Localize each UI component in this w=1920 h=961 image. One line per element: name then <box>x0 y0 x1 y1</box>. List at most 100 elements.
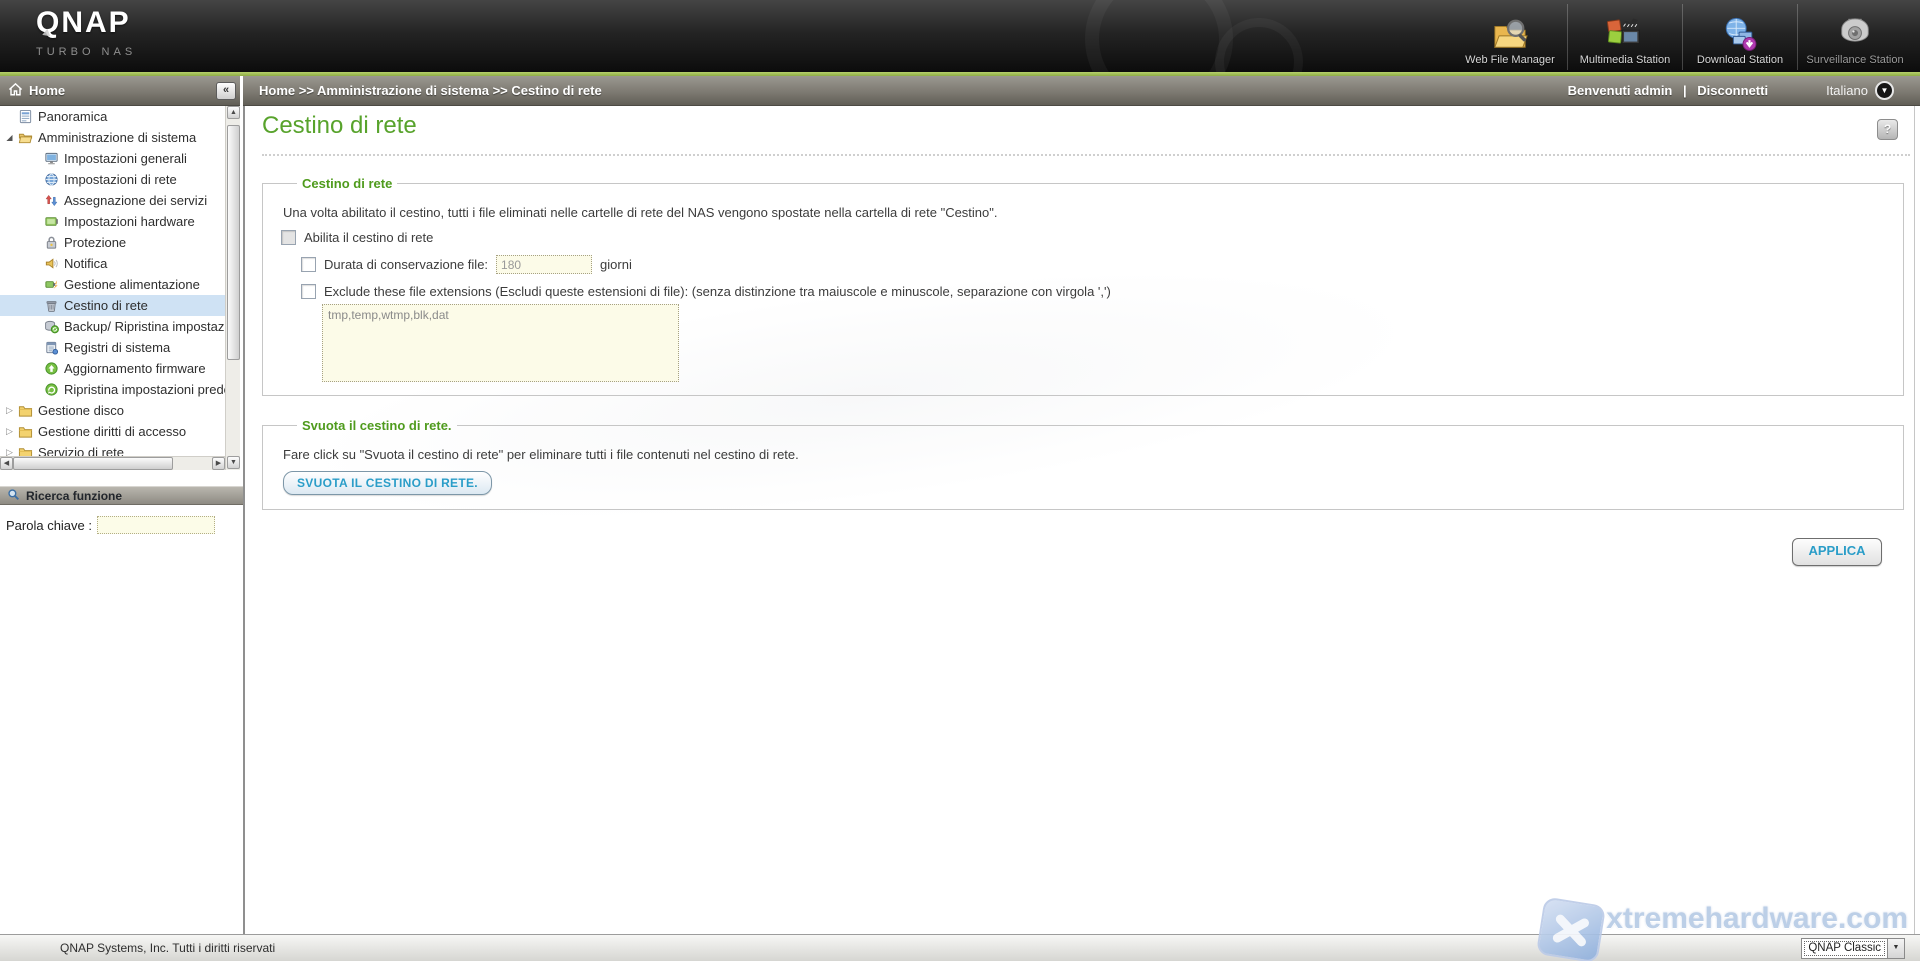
tree-item-label: Notifica <box>64 256 108 271</box>
footer-bar: QNAP Systems, Inc. Tutti i diritti riser… <box>0 934 1920 961</box>
copyright-text: QNAP Systems, Inc. Tutti i diritti riser… <box>60 941 276 955</box>
tree-item-label: Impostazioni generali <box>64 151 187 166</box>
recycle-description: Una volta abilitato il cestino, tutti i … <box>283 205 998 220</box>
scroll-up-button[interactable]: ▲ <box>227 106 240 119</box>
tree-item-label: Assegnazione dei servizi <box>64 193 208 208</box>
expander-collapsed-icon[interactable]: ▷ <box>3 405 16 416</box>
retention-days-input[interactable] <box>496 255 593 274</box>
recycle-bin-settings-section: Cestino di rete Una volta abilitato il c… <box>262 176 1904 396</box>
session-info: Benvenuti admin | Disconnetti <box>1568 83 1768 98</box>
tree-item-notifica[interactable]: Notifica <box>0 253 225 274</box>
tree-item-gestione-alimentazione[interactable]: Gestione alimentazione <box>0 274 225 295</box>
tree-item-ripristina-impostazioni-predefinite[interactable]: Ripristina impostazioni predefinite <box>0 379 225 400</box>
tree-item-cestino-di-rete[interactable]: Cestino di rete <box>0 295 225 316</box>
network-settings-icon <box>43 172 59 188</box>
theme-select-value: QNAP Classic <box>1802 939 1887 958</box>
qnap-logo: QNAP TURBO NAS <box>36 8 136 59</box>
hardware-settings-icon <box>43 214 59 230</box>
tree-item-impostazioni-di-rete[interactable]: Impostazioni di rete <box>0 169 225 190</box>
content-right-edge <box>1914 106 1915 934</box>
title-separator <box>262 154 1910 156</box>
session-divider: | <box>1683 83 1687 98</box>
expander-collapsed-icon[interactable]: ▷ <box>3 447 16 456</box>
tree-item-label: Cestino di rete <box>64 298 148 313</box>
expander-collapsed-icon[interactable]: ▷ <box>3 426 16 437</box>
language-label: Italiano <box>1826 83 1868 98</box>
collapse-sidebar-button[interactable]: « <box>216 81 236 100</box>
breadcrumb-bar: Home >> Amministrazione di sistema >> Ce… <box>243 76 1920 106</box>
empty-recycle-button[interactable]: SVUOTA IL CESTINO DI RETE. <box>283 471 492 495</box>
extensions-textarea[interactable]: tmp,temp,wtmp,blk,dat <box>322 304 679 382</box>
select-arrow-icon: ▼ <box>1887 939 1904 958</box>
welcome-text: Benvenuti admin <box>1567 83 1673 98</box>
download-station-icon <box>1721 14 1759 52</box>
security-icon <box>43 235 59 251</box>
tree-item-aggiornamento-firmware[interactable]: Aggiornamento firmware <box>0 358 225 379</box>
function-search-header: Ricerca funzione <box>0 486 243 505</box>
keyword-label: Parola chiave : <box>6 517 92 533</box>
topbar: QNAP TURBO NAS Web File Manager Multimedi… <box>0 0 1920 72</box>
vertical-scroll-thumb[interactable] <box>227 125 240 360</box>
scroll-left-button[interactable]: ◀ <box>0 457 13 470</box>
surveillance-station-icon <box>1836 14 1874 52</box>
tree-horizontal-scrollbar[interactable]: ◀ ▶ <box>0 456 225 470</box>
enable-recycle-checkbox[interactable] <box>281 230 296 245</box>
app-surveillance-station[interactable]: Surveillance Station <box>1797 4 1912 70</box>
app-multimedia-station[interactable]: Multimedia Station <box>1567 4 1682 70</box>
nav-tree: Panoramica ◢ Amministrazione di sistema Imp… <box>0 106 225 456</box>
apply-button[interactable]: APPLICA <box>1792 538 1882 566</box>
chevron-down-icon: ▼ <box>1875 81 1894 100</box>
tree-item-panoramica[interactable]: Panoramica <box>0 106 225 127</box>
keyword-input[interactable] <box>97 516 215 534</box>
tree-item-label: Registri di sistema <box>64 340 171 355</box>
tree-item-label: Protezione <box>64 235 127 250</box>
web-file-manager-icon <box>1491 14 1529 52</box>
decorative-ring <box>1085 0 1233 72</box>
multimedia-station-icon <box>1606 14 1644 52</box>
tree-item-registri-di-sistema[interactable]: Registri di sistema <box>0 337 225 358</box>
scroll-right-button[interactable]: ▶ <box>212 457 225 470</box>
app-label: Multimedia Station <box>1579 54 1671 66</box>
page-title: Cestino di rete <box>262 112 417 139</box>
enable-recycle-label: Abilita il cestino di rete <box>304 230 434 245</box>
tree-item-assegnazione-dei-servizi[interactable]: Assegnazione dei servizi <box>0 190 225 211</box>
general-settings-icon <box>43 151 59 167</box>
power-icon <box>43 277 59 293</box>
tree-item-label: Gestione diritti di accesso <box>38 424 187 439</box>
logout-link[interactable]: Disconnetti <box>1697 83 1768 98</box>
main-content: Cestino di rete ? Cestino di rete Una vo… <box>247 106 1920 934</box>
app-label: Web File Manager <box>1465 54 1555 66</box>
retention-checkbox[interactable] <box>301 257 316 272</box>
tree-vertical-scrollbar[interactable]: ▲ ▼ <box>225 106 240 470</box>
keyword-search-row: Parola chiave : <box>6 516 215 534</box>
tree-item-backup-ripristina-impostazioni[interactable]: Backup/ Ripristina impostazioni <box>0 316 225 337</box>
tree-item-impostazioni-generali[interactable]: Impostazioni generali <box>0 148 225 169</box>
expander-expanded-icon[interactable]: ◢ <box>3 133 16 142</box>
tree-item-gestione-diritti-di-accesso[interactable]: ▷ Gestione diritti di accesso <box>0 421 225 442</box>
sidebar-header: Home « <box>0 76 240 106</box>
app-launcher: Web File Manager Multimedia Station Downlo… <box>1453 2 1912 70</box>
scroll-down-button[interactable]: ▼ <box>227 456 240 469</box>
tree-item-protezione[interactable]: Protezione <box>0 232 225 253</box>
tree-item-label: Aggiornamento firmware <box>64 361 206 376</box>
tree-item-label: Gestione alimentazione <box>64 277 200 292</box>
app-label: Download Station <box>1696 54 1784 66</box>
tree-item-label: Ripristina impostazioni predefinite <box>64 382 225 397</box>
tree-item-impostazioni-hardware[interactable]: Impostazioni hardware <box>0 211 225 232</box>
tree-item-amministrazione-di-sistema[interactable]: ◢ Amministrazione di sistema <box>0 127 225 148</box>
empty-description: Fare click su "Svuota il cestino di rete… <box>283 447 799 462</box>
help-button[interactable]: ? <box>1877 119 1898 140</box>
language-selector[interactable]: Italiano ▼ <box>1826 81 1894 100</box>
empty-section-legend: Svuota il cestino di rete. <box>302 418 452 433</box>
tree-item-gestione-disco[interactable]: ▷ Gestione disco <box>0 400 225 421</box>
tree-item-servizio-di-rete[interactable]: ▷ Servizio di rete <box>0 442 225 456</box>
exclude-extensions-checkbox[interactable] <box>301 284 316 299</box>
app-web-file-manager[interactable]: Web File Manager <box>1453 4 1567 70</box>
app-download-station[interactable]: Download Station <box>1682 4 1797 70</box>
recycle-section-legend: Cestino di rete <box>302 176 393 191</box>
exclude-extensions-row: Exclude these file extensions (Escludi q… <box>301 284 1885 299</box>
function-search-title: Ricerca funzione <box>26 488 123 503</box>
theme-select[interactable]: QNAP Classic ▼ <box>1801 938 1905 959</box>
horizontal-scroll-thumb[interactable] <box>13 457 173 470</box>
app-label: Surveillance Station <box>1806 54 1904 66</box>
